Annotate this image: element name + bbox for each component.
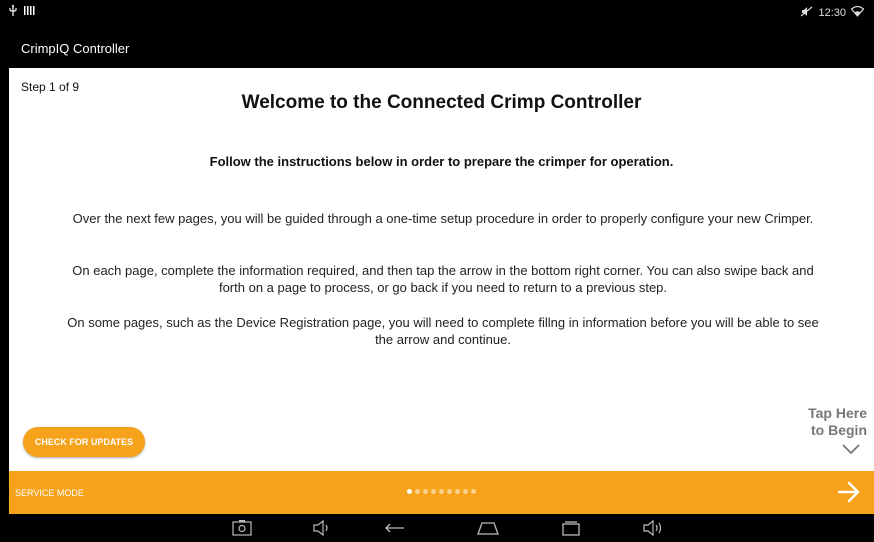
home-icon[interactable] (476, 520, 500, 541)
main-content: Step 1 of 9 Welcome to the Connected Cri… (9, 68, 874, 471)
page-title: Welcome to the Connected Crimp Controlle… (241, 92, 642, 113)
page-dot (463, 489, 468, 494)
system-nav-bar (0, 514, 874, 542)
instruction-paragraph: On each page, complete the information r… (72, 263, 814, 295)
back-icon[interactable] (384, 520, 406, 541)
wifi-icon (850, 5, 865, 20)
tap-hint-line2: to Begin (811, 422, 867, 438)
bottom-action-bar: SERVICE MODE (9, 471, 874, 514)
page-dot (423, 489, 428, 494)
page-dot (471, 489, 476, 494)
instructions-subtitle: Follow the instructions below in order t… (209, 154, 674, 169)
tap-here-to-begin[interactable]: Tap Here to Begin (808, 405, 867, 439)
app-title: CrimpIQ Controller (21, 41, 130, 56)
page-dot (431, 489, 436, 494)
status-left (9, 5, 36, 19)
chevron-down-icon[interactable] (842, 442, 860, 460)
signal-bars-icon (24, 6, 36, 18)
status-right: 12:30 (801, 5, 865, 20)
status-bar: 12:30 (0, 0, 874, 30)
app-title-bar: CrimpIQ Controller (0, 30, 874, 68)
next-arrow-icon[interactable] (837, 481, 861, 508)
page-dot (447, 489, 452, 494)
volume-up-icon[interactable] (643, 519, 665, 541)
check-for-updates-button[interactable]: CHECK FOR UPDATES (23, 427, 145, 457)
mute-icon (801, 6, 813, 20)
screenshot-icon[interactable] (232, 520, 252, 541)
page-dot (439, 489, 444, 494)
volume-down-icon[interactable] (313, 519, 333, 541)
page-dot (407, 489, 412, 494)
instruction-paragraph: On some pages, such as the Device Regist… (67, 315, 819, 347)
instruction-paragraph: Over the next few pages, you will be gui… (72, 211, 814, 226)
page-indicator (407, 489, 476, 494)
usb-icon (9, 5, 17, 19)
recents-icon[interactable] (561, 520, 581, 541)
service-mode-link[interactable]: SERVICE MODE (15, 488, 84, 498)
page-dot (455, 489, 460, 494)
tap-hint-line1: Tap Here (808, 405, 867, 421)
clock: 12:30 (818, 7, 846, 19)
page-dot (415, 489, 420, 494)
